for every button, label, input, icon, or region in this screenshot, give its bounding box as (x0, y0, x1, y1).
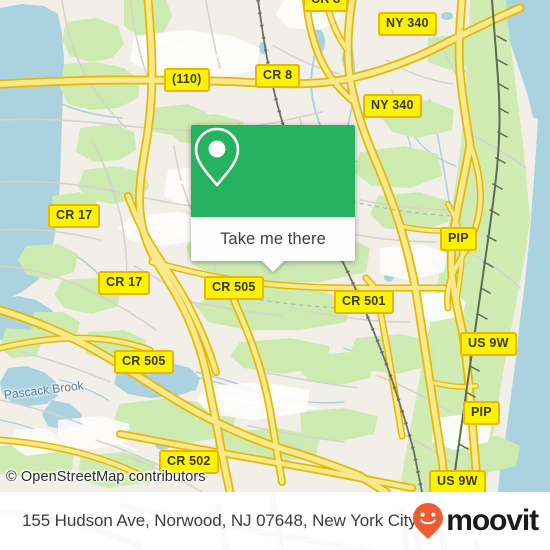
road-shield: CR 17 (98, 271, 151, 295)
take-me-there-label: Take me there (220, 229, 326, 248)
moovit-wordmark: moovit (446, 504, 539, 537)
road-shield-clipped: CR 8 (303, 0, 349, 12)
road-shield: (110) (164, 68, 210, 92)
popup-pin-area (191, 125, 355, 217)
address-label: 155 Hudson Ave, Norwood, NJ 07648, New Y… (22, 511, 417, 530)
road-shield: PIP (440, 227, 477, 251)
popup-tail (262, 261, 284, 272)
moovit-map-screenshot: CR 8 (110) NY 340 NY 340 CR 17 CR 17 CR … (0, 0, 550, 550)
road-shield: CR 8 (255, 64, 301, 88)
location-pin-icon (194, 127, 240, 187)
footer-bar: 155 Hudson Ave, Norwood, NJ 07648, New Y… (0, 492, 550, 550)
osm-attribution[interactable]: © OpenStreetMap contributors (6, 469, 206, 485)
road-shield: NY 340 (363, 94, 422, 118)
road-shield: CR 17 (48, 204, 101, 228)
location-popup-card[interactable]: Take me there (191, 125, 355, 272)
take-me-there-button[interactable]: Take me there (191, 217, 355, 272)
moovit-smiley-pin-icon (413, 503, 444, 539)
moovit-logo[interactable]: moovit (411, 502, 539, 540)
road-shield: CR 505 (114, 350, 174, 374)
road-shield: US 9W (460, 332, 517, 356)
map-canvas[interactable]: CR 8 (110) NY 340 NY 340 CR 17 CR 17 CR … (0, 0, 550, 492)
road-shield: CR 501 (334, 290, 394, 314)
road-shield: PIP (463, 401, 500, 425)
road-shield: CR 505 (204, 276, 264, 300)
road-shield: US 9W (429, 470, 486, 492)
road-shield: NY 340 (378, 12, 437, 36)
